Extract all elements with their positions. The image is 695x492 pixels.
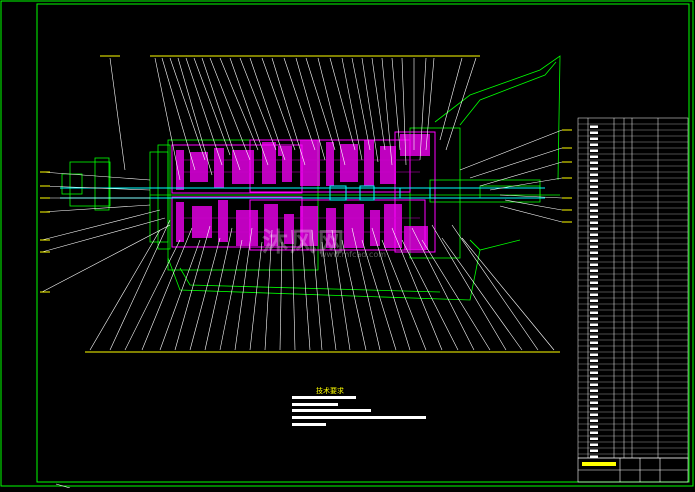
parts-list-row-text xyxy=(590,401,598,404)
parts-list-row-text xyxy=(590,353,598,356)
parts-list-rows xyxy=(578,123,688,458)
parts-list-row-text xyxy=(590,155,598,158)
parts-list-row-text xyxy=(590,419,598,422)
parts-list-row-text xyxy=(590,377,598,380)
part-number-ticks xyxy=(40,55,572,353)
parts-list-row-text xyxy=(590,425,598,428)
parts-list-row-text xyxy=(590,197,598,200)
parts-list-row-text xyxy=(590,347,598,350)
parts-list-row-text xyxy=(590,275,598,278)
parts-list-row-text xyxy=(590,167,598,170)
parts-list-row-text xyxy=(590,365,598,368)
parts-list-row-text xyxy=(590,299,598,302)
watermark-url: www.mfcad.com xyxy=(320,250,387,259)
parts-list-row-text xyxy=(590,293,598,296)
parts-list-row-text xyxy=(590,185,598,188)
parts-list-row-text xyxy=(590,305,598,308)
parts-list-row-text xyxy=(590,431,598,434)
parts-list-row-text xyxy=(590,317,598,320)
parts-list-row-text xyxy=(590,389,598,392)
parts-list-row-text xyxy=(590,413,598,416)
parts-list-row-text xyxy=(590,203,598,206)
tech-requirements-lines xyxy=(292,396,426,426)
parts-list-row-text xyxy=(590,335,598,338)
parts-list-row-text xyxy=(590,251,598,254)
parts-list-row-text xyxy=(590,329,598,332)
parts-list-row-text xyxy=(590,323,598,326)
parts-list-row-text xyxy=(590,245,598,248)
parts-list-row-text xyxy=(590,371,598,374)
parts-list-row-text xyxy=(590,257,598,260)
parts-list-row-text xyxy=(590,191,598,194)
parts-list-row-text xyxy=(590,161,598,164)
title-block xyxy=(577,457,689,483)
parts-list-row-text xyxy=(590,215,598,218)
parts-list-row-text xyxy=(590,383,598,386)
parts-list-row-text xyxy=(590,173,598,176)
parts-list-row-text xyxy=(590,227,598,230)
parts-list-row-text xyxy=(590,209,598,212)
parts-list-row-text xyxy=(590,443,598,446)
parts-list-row-text xyxy=(590,395,598,398)
parts-list-row-text xyxy=(590,221,598,224)
parts-list-row-text xyxy=(590,233,598,236)
parts-list-row-text xyxy=(590,437,598,440)
cad-drawing xyxy=(0,0,695,489)
parts-list-row-text xyxy=(590,287,598,290)
parts-list-row-text xyxy=(590,455,598,458)
parts-list-row-text xyxy=(590,269,598,272)
parts-list-row-text xyxy=(590,263,598,266)
parts-list-row-text xyxy=(590,149,598,152)
parts-list-row-text xyxy=(590,143,598,146)
parts-list-row-text xyxy=(590,137,598,140)
parts-list-row-text xyxy=(590,131,598,134)
parts-list-row-text xyxy=(590,281,598,284)
parts-list-row-text xyxy=(590,239,598,242)
tech-requirements-title: 技术要求 xyxy=(316,387,344,395)
parts-list-row-text xyxy=(590,341,598,344)
parts-list-row-text xyxy=(590,407,598,410)
parts-list-row-text xyxy=(590,449,598,452)
title-block-name xyxy=(582,462,616,466)
parts-list-row-text xyxy=(590,311,598,314)
parts-list-row-text xyxy=(590,179,598,182)
parts-list-row-text xyxy=(590,125,598,128)
parts-list-row-text xyxy=(590,359,598,362)
